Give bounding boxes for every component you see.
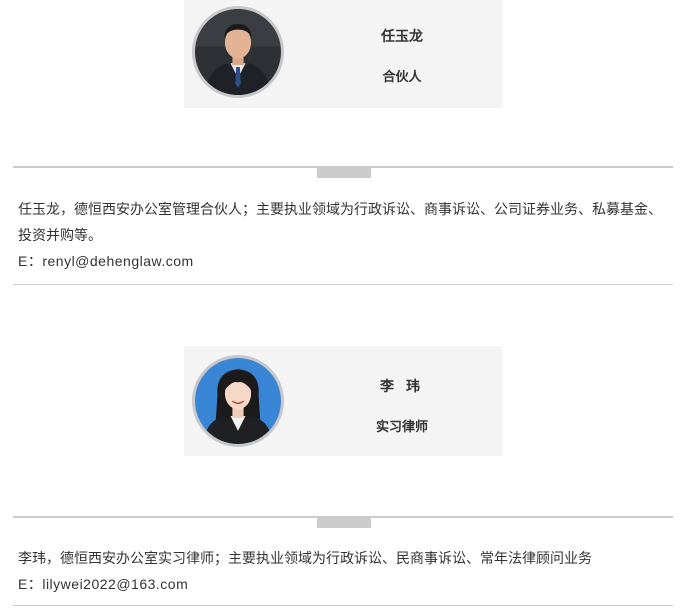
section-divider-bottom — [13, 605, 673, 606]
email-text: E：lilywei2022@163.com — [18, 576, 189, 592]
divider-tab — [317, 518, 371, 528]
profile-bio-1: 任玉龙，德恒西安办公室管理合伙人；主要执业领域为行政诉讼、商事诉讼、公司证券业务… — [18, 196, 673, 274]
profile-name: 李 玮 — [380, 378, 424, 394]
profile-role: 合伙人 — [382, 69, 422, 84]
profile-card-2: 李 玮 实习律师 — [184, 346, 503, 456]
profile-name: 任玉龙 — [381, 28, 423, 44]
profile-card-1: 任玉龙 合伙人 — [184, 0, 503, 108]
bio-text: 李玮，德恒西安办公室实习律师；主要执业领域为行政诉讼、民商事诉讼、常年法律顾问业… — [18, 550, 592, 566]
divider-tab — [317, 168, 371, 178]
email-text: E：renyl@dehenglaw.com — [18, 253, 194, 269]
avatar-portrait-icon — [192, 355, 284, 447]
profile-bio-2: 李玮，德恒西安办公室实习律师；主要执业领域为行政诉讼、民商事诉讼、常年法律顾问业… — [18, 545, 673, 597]
profile-role: 实习律师 — [375, 419, 428, 434]
bio-text: 任玉龙，德恒西安办公室管理合伙人；主要执业领域为行政诉讼、商事诉讼、公司证券业务… — [18, 201, 662, 243]
avatar-portrait-icon — [192, 6, 284, 98]
section-divider-bottom — [13, 284, 673, 285]
